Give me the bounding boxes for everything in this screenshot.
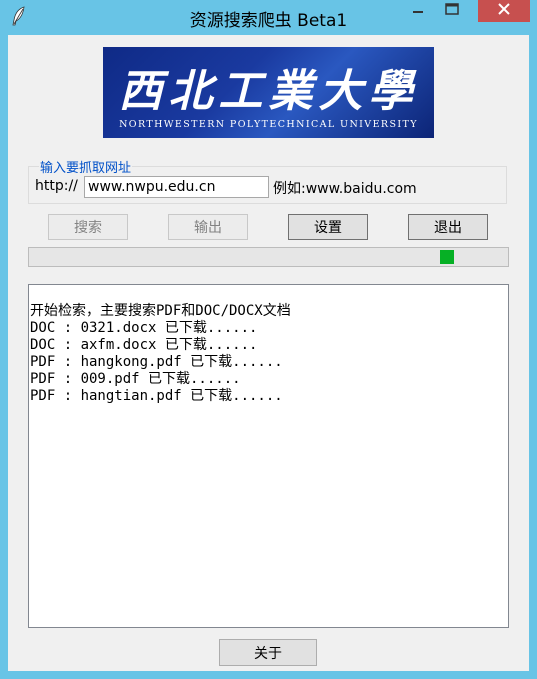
search-button[interactable]: 搜索 <box>48 214 128 240</box>
close-button[interactable] <box>478 0 530 22</box>
url-example-label: 例如:www.baidu.com <box>273 181 417 197</box>
app-window: 资源搜索爬虫 Beta1 西北工業大學 NORTHWESTERN POLYTEC… <box>0 0 537 679</box>
progress-bar <box>28 247 509 267</box>
log-output[interactable]: 开始检索，主要搜索PDF和DOC/DOCX文档 DOC : 0321.docx 已… <box>28 284 509 628</box>
url-group: 输入要抓取网址 http:// 例如:www.baidu.com <box>28 157 507 204</box>
minimize-icon <box>412 3 424 19</box>
url-input[interactable] <box>84 176 269 198</box>
maximize-button[interactable] <box>437 0 467 22</box>
client-area: 西北工業大學 NORTHWESTERN POLYTECHNICAL UNIVER… <box>8 35 529 671</box>
log-line: DOC : 0321.docx 已下载...... <box>30 320 258 336</box>
settings-button[interactable]: 设置 <box>288 214 368 240</box>
minimize-button[interactable] <box>403 0 433 22</box>
log-line: PDF : 009.pdf 已下载...... <box>30 371 241 387</box>
logo-chinese-name: 西北工業大學 <box>118 66 419 117</box>
log-line: DOC : axfm.docx 已下载...... <box>30 337 258 353</box>
logo-english-name: NORTHWESTERN POLYTECHNICAL UNIVERSITY <box>119 119 418 130</box>
log-line: 开始检索，主要搜索PDF和DOC/DOCX文档 <box>30 303 291 319</box>
output-button[interactable]: 输出 <box>168 214 248 240</box>
log-line: PDF : hangtian.pdf 已下载...... <box>30 388 283 404</box>
exit-button[interactable]: 退出 <box>408 214 488 240</box>
url-group-label: 输入要抓取网址 <box>39 157 133 176</box>
title-bar[interactable]: 资源搜索爬虫 Beta1 <box>0 0 537 35</box>
maximize-icon <box>445 3 459 19</box>
about-button[interactable]: 关于 <box>219 639 317 666</box>
close-icon <box>498 3 510 19</box>
url-prefix-label: http:// <box>35 178 78 194</box>
progress-indicator <box>440 250 454 264</box>
university-logo: 西北工業大學 NORTHWESTERN POLYTECHNICAL UNIVER… <box>103 47 434 138</box>
log-line: PDF : hangkong.pdf 已下载...... <box>30 354 283 370</box>
